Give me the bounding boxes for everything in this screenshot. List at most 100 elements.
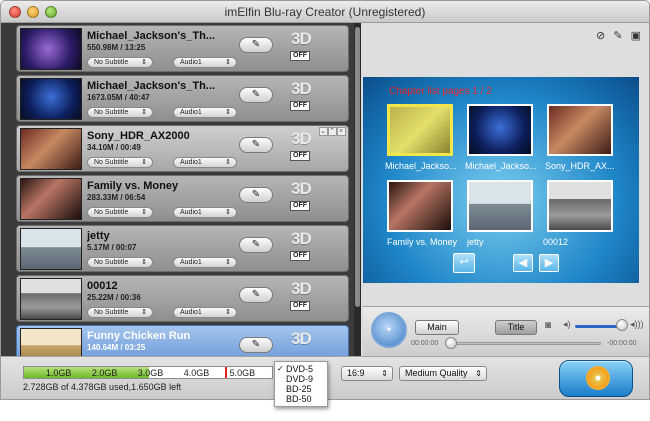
- edit-video-button[interactable]: ✎: [239, 287, 273, 303]
- capacity-tick: 1.0GB: [45, 368, 72, 378]
- chapter-thumbnail[interactable]: [467, 180, 533, 232]
- three-d-toggle[interactable]: OFF: [290, 201, 310, 211]
- burn-button[interactable]: [559, 360, 633, 397]
- chapter-caption: Michael_Jackso...: [465, 161, 537, 171]
- select-arrows-icon: ⇕: [225, 309, 231, 316]
- quality-select[interactable]: Medium Quality ⇕: [399, 366, 487, 381]
- edit-icon[interactable]: ✎: [613, 30, 622, 42]
- quality-value: Medium Quality: [405, 368, 468, 378]
- capacity-tick: 3.0GB: [137, 368, 164, 378]
- chapter-caption: Sony_HDR_AX...: [545, 161, 615, 171]
- video-thumbnail: [20, 178, 82, 220]
- list-item[interactable]: Family vs. Money 283.33M / 06:54 No Subt…: [16, 175, 349, 222]
- chapter-thumbnail[interactable]: [547, 180, 613, 232]
- disc-capacity-bar: 1.0GB 2.0GB 3.0GB 4.0GB 5.0GB: [23, 366, 273, 379]
- menu-preview: Chapter list pages 1 / 2 Michael_Jackso.…: [363, 77, 639, 283]
- preview-toolbar: ⊘ ✎ ▣: [591, 29, 641, 42]
- chapter-thumbnail[interactable]: [467, 104, 533, 156]
- edit-icon: ✎: [251, 39, 261, 50]
- seek-slider-knob[interactable]: [445, 337, 457, 349]
- disc-option-dvd5[interactable]: ✓ DVD-5: [275, 364, 327, 374]
- title-menu-button[interactable]: Title: [495, 320, 537, 335]
- disc-option-dvd9[interactable]: DVD-9: [275, 374, 327, 384]
- camera-icon[interactable]: ◙: [545, 320, 551, 331]
- video-name: jetty: [87, 230, 110, 242]
- edit-video-button[interactable]: ✎: [239, 87, 273, 103]
- select-arrows-icon: ⇕: [141, 259, 147, 266]
- volume-slider-knob[interactable]: [616, 319, 628, 331]
- audio-select[interactable]: Audio1 ⇕: [173, 307, 237, 318]
- menu-preview-panel: ⊘ ✎ ▣ Chapter list pages 1 / 2 Michael_J…: [363, 23, 649, 356]
- snapshot-icon[interactable]: ▣: [631, 30, 641, 42]
- edit-video-button[interactable]: ✎: [239, 237, 273, 253]
- audio-select[interactable]: Audio1 ⇕: [173, 207, 237, 218]
- subtitle-select[interactable]: No Subtitle ⇕: [87, 57, 153, 68]
- list-item[interactable]: Sony_HDR_AX2000 34.10M / 00:49 No Subtit…: [16, 125, 349, 172]
- aspect-ratio-value: 16:9: [347, 368, 365, 378]
- chapter-caption: Michael_Jackso...: [385, 161, 457, 171]
- disc-type-dropdown[interactable]: ✓ DVD-5 DVD-9 BD-25 BD-50: [274, 361, 328, 407]
- list-item[interactable]: jetty 5.17M / 00:07 No Subtitle ⇕ Audio1 ⇕…: [16, 225, 349, 272]
- select-arrows-icon: ⇕: [225, 59, 231, 66]
- select-arrows-icon: ⇕: [141, 159, 147, 166]
- list-item[interactable]: 00012 25.22M / 00:36 No Subtitle ⇕ Audio1…: [16, 275, 349, 322]
- list-item[interactable]: Michael_Jackson's_Th... 550.98M / 13:25 …: [16, 25, 349, 72]
- aspect-ratio-select[interactable]: 16:9 ⇕: [341, 366, 393, 381]
- audio-select[interactable]: Audio1 ⇕: [173, 157, 237, 168]
- list-scroll-thumb[interactable]: [355, 27, 360, 307]
- remaining-time: -00:00:00: [607, 340, 637, 347]
- list-item[interactable]: Michael_Jackson's_Th... 1673.05M / 40:47…: [16, 75, 349, 122]
- chapter-thumbnail[interactable]: [547, 104, 613, 156]
- three-d-toggle[interactable]: OFF: [290, 101, 310, 111]
- three-d-toggle[interactable]: OFF: [290, 51, 310, 61]
- select-arrows-icon: ⇕: [141, 309, 147, 316]
- disc-option-bd50[interactable]: BD-50: [275, 394, 327, 404]
- remove-icon[interactable]: ×: [337, 127, 346, 136]
- seek-slider-track[interactable]: [449, 342, 601, 345]
- capacity-used-fill: [24, 367, 150, 378]
- three-d-label: 3D: [291, 79, 312, 98]
- subtitle-select[interactable]: No Subtitle ⇕: [87, 257, 153, 268]
- back-to-main-button[interactable]: ↩: [453, 253, 475, 273]
- capacity-tick: 2.0GB: [91, 368, 118, 378]
- disc-option-bd25[interactable]: BD-25: [275, 384, 327, 394]
- three-d-toggle[interactable]: OFF: [290, 151, 310, 161]
- subtitle-select[interactable]: No Subtitle ⇕: [87, 307, 153, 318]
- three-d-toggle[interactable]: OFF: [290, 301, 310, 311]
- video-thumbnail: [20, 228, 82, 270]
- move-down-icon[interactable]: ⌄: [319, 127, 328, 136]
- select-arrows-icon: ⇕: [475, 369, 482, 378]
- left-arrow-icon: ◀: [518, 257, 528, 269]
- chapter-caption: Family vs. Money: [387, 237, 458, 247]
- navigation-pad[interactable]: ✦: [371, 312, 407, 348]
- previous-page-button[interactable]: ◀: [513, 254, 533, 272]
- chapter-thumbnail[interactable]: [387, 104, 453, 156]
- volume-high-icon: ◂))): [630, 319, 644, 329]
- no-subtitle-icon[interactable]: ⊘: [596, 30, 605, 42]
- chapter-thumbnail[interactable]: [387, 180, 453, 232]
- video-thumbnail: [20, 128, 82, 170]
- main-menu-button[interactable]: Main: [415, 320, 459, 335]
- subtitle-select[interactable]: No Subtitle ⇕: [87, 107, 153, 118]
- select-arrows-icon: ⇕: [141, 109, 147, 116]
- subtitle-select[interactable]: No Subtitle ⇕: [87, 207, 153, 218]
- edit-icon: ✎: [251, 239, 261, 250]
- edit-video-button[interactable]: ✎: [239, 337, 273, 353]
- move-up-icon[interactable]: ⌃: [328, 127, 337, 136]
- edit-video-button[interactable]: ✎: [239, 137, 273, 153]
- audio-select[interactable]: Audio1 ⇕: [173, 107, 237, 118]
- three-d-toggle[interactable]: OFF: [290, 251, 310, 261]
- list-scrollbar[interactable]: [354, 23, 361, 356]
- audio-value: Audio1: [180, 209, 202, 216]
- edit-video-button[interactable]: ✎: [239, 37, 273, 53]
- list-item[interactable]: Funny Chicken Run 140.64M / 03:25 ✎ 3D: [16, 325, 349, 356]
- video-name: Sony_HDR_AX2000: [87, 130, 190, 142]
- edit-video-button[interactable]: ✎: [239, 187, 273, 203]
- audio-select[interactable]: Audio1 ⇕: [173, 57, 237, 68]
- next-page-button[interactable]: ▶: [539, 254, 559, 272]
- select-arrows-icon: ⇕: [141, 59, 147, 66]
- audio-select[interactable]: Audio1 ⇕: [173, 257, 237, 268]
- subtitle-select[interactable]: No Subtitle ⇕: [87, 157, 153, 168]
- return-arrow-icon: ↩: [459, 256, 469, 268]
- audio-value: Audio1: [180, 109, 202, 116]
